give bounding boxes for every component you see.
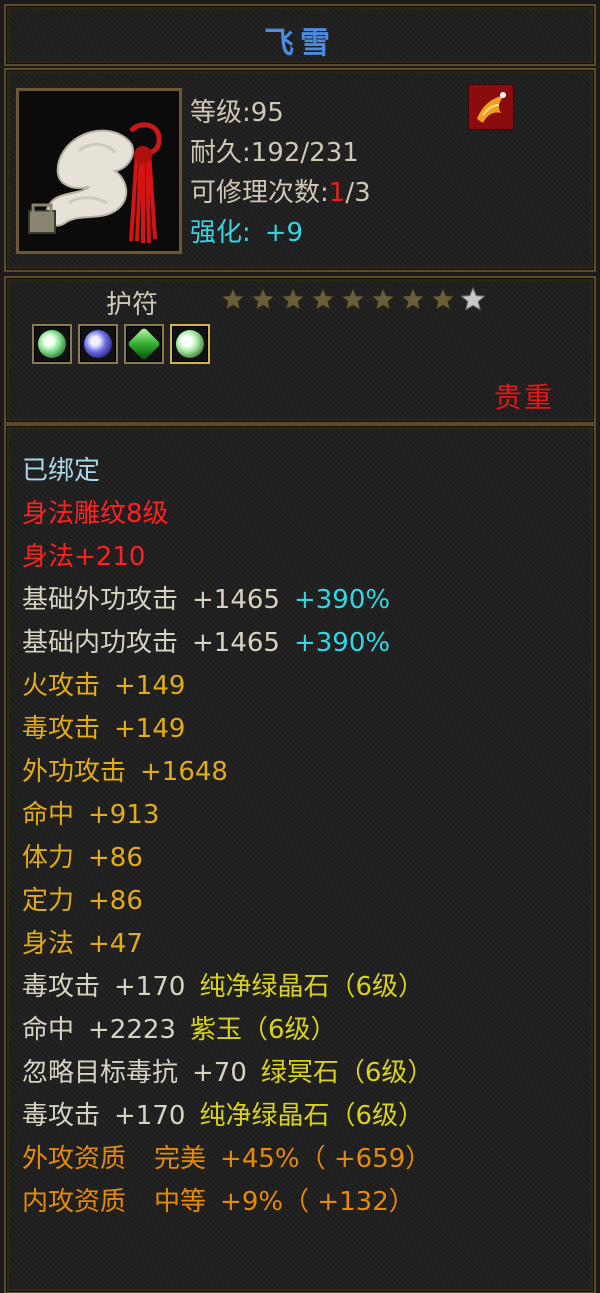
item-info-panel: 等级:95 耐久:192/231 可修理次数:1/3 强化: +9 [4, 68, 596, 272]
basic-stat: 毒攻击 +149 [22, 714, 186, 744]
refine-level: 强化: +9 [190, 218, 304, 248]
basic-stat: 身法 +47 [22, 929, 143, 959]
star-filled-icon [250, 286, 276, 311]
green-gem-icon [176, 330, 204, 358]
gem-stat: 忽略目标毒抗 +70 绿冥石（6级） [22, 1058, 434, 1088]
gem-slot-3[interactable] [124, 324, 164, 364]
basic-stat: 体力 +86 [22, 843, 143, 873]
base-external-attack: 基础外功攻击 +1465 +390% [22, 585, 391, 615]
item-type: 护符 [106, 290, 159, 320]
gem-slot-1[interactable] [32, 324, 72, 364]
type-panel: 护符 贵重 [4, 276, 596, 424]
aptitude-internal: 内攻资质 中等 +9%（ +132） [22, 1187, 415, 1217]
gem-stat: 毒攻击 +170 纯净绿晶石（6级） [22, 972, 424, 1002]
basic-stat: 定力 +86 [22, 886, 143, 916]
aptitude-external: 外攻资质 完美 +45%（ +659） [22, 1144, 432, 1174]
basic-stat: 命中 +913 [22, 800, 160, 830]
emerald-gem-icon [127, 327, 161, 361]
item-tooltip: 飞雪 等级:95 耐久:192/231 可修理次数:1/3 强化: +9 护符 … [0, 0, 600, 1293]
base-internal-attack: 基础内功攻击 +1465 +390% [22, 628, 391, 658]
basic-stat: 外功攻击 +1648 [22, 757, 228, 787]
stats-panel: 已绑定 身法雕纹8级 身法+210 基础外功攻击 +1465 +390% 基础内功攻… [4, 424, 596, 1293]
gem-slot-2[interactable] [78, 324, 118, 364]
star-filled-icon [430, 286, 456, 311]
star-filled-icon [310, 286, 336, 311]
blue-gem-icon [84, 330, 112, 358]
basic-stat: 火攻击 +149 [22, 671, 186, 701]
gem-stat: 命中 +2223 紫玉（6级） [22, 1015, 337, 1045]
item-level: 等级:95 [190, 98, 284, 128]
green-gem-icon [38, 330, 66, 358]
item-icon[interactable] [16, 88, 182, 254]
engrave-line: 身法雕纹8级 [22, 499, 169, 529]
repair-count: 可修理次数:1/3 [190, 178, 371, 208]
gem-slots [32, 324, 210, 364]
jade-talisman-icon [19, 91, 179, 251]
title-bar: 飞雪 [4, 4, 596, 66]
bound-status: 已绑定 [22, 456, 101, 486]
quality-label: 贵重 [493, 381, 554, 414]
star-filled-icon [400, 286, 426, 311]
item-name: 飞雪 [264, 26, 336, 61]
gem-stat: 毒攻击 +170 纯净绿晶石（6级） [22, 1101, 424, 1131]
engrave-bonus: 身法+210 [22, 542, 146, 572]
star-filled-icon [220, 286, 246, 311]
star-filled-icon [370, 286, 396, 311]
star-empty-icon [460, 286, 486, 311]
star-rating [220, 286, 486, 312]
gem-slot-4[interactable] [170, 324, 210, 364]
star-filled-icon [340, 286, 366, 311]
dragon-badge-icon [468, 84, 514, 130]
stat-list: 已绑定 身法雕纹8级 身法+210 基础外功攻击 +1465 +390% 基础内功攻… [22, 450, 433, 1224]
star-filled-icon [280, 286, 306, 311]
item-durability: 耐久:192/231 [190, 138, 359, 168]
